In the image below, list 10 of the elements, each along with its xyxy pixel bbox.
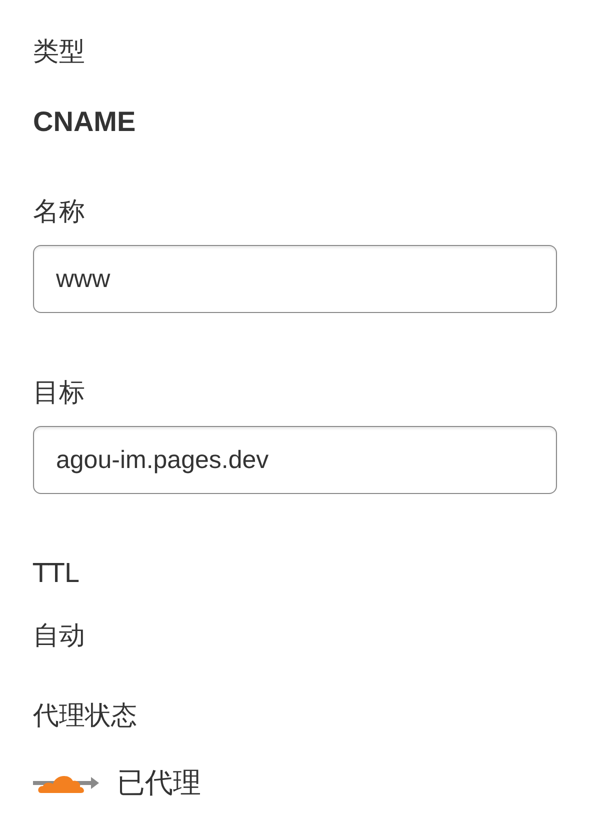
input-field[interactable]: agou-im.pages.dev xyxy=(33,426,557,494)
field-label: TTL xyxy=(33,558,79,591)
field-label: 名称 xyxy=(33,196,85,229)
field-label: 类型 xyxy=(33,36,85,69)
proxy-status-text: 已代理 xyxy=(117,765,201,801)
field-label: 代理状态 xyxy=(33,700,137,733)
input-field[interactable]: www xyxy=(33,245,557,313)
field-value: CNAME xyxy=(33,105,136,139)
field-value: 自动 xyxy=(33,620,85,653)
field-label: 目标 xyxy=(33,377,85,410)
